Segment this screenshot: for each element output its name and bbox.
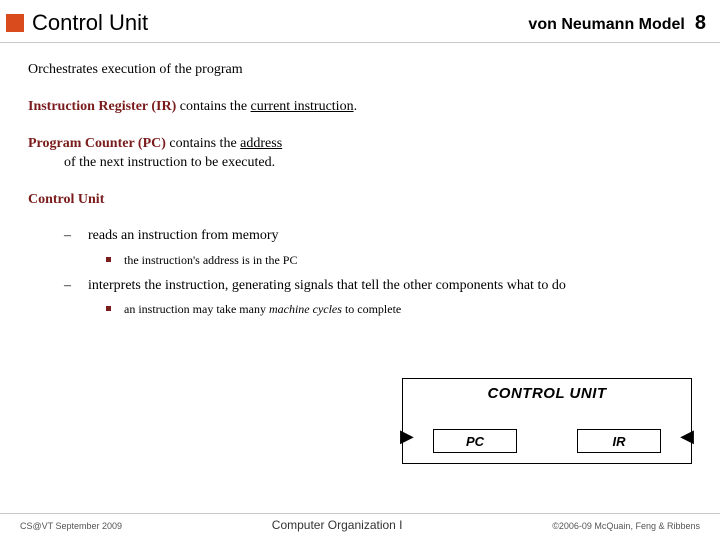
slide-footer: CS@VT September 2009 Computer Organizati…	[0, 518, 720, 532]
list-item: interprets the instruction, generating s…	[64, 277, 696, 296]
ir-paragraph: Instruction Register (IR) contains the c…	[28, 98, 696, 117]
pc-box: PC	[433, 429, 517, 453]
ir-underlined: current instruction	[251, 99, 354, 114]
list-item: reads an instruction from memory	[64, 227, 696, 246]
slide: Control Unit von Neumann Model 8 Orchest…	[0, 0, 720, 540]
slide-title: Control Unit	[32, 10, 148, 36]
ir-label: Instruction Register (IR)	[28, 99, 176, 114]
accent-square-icon	[6, 14, 24, 32]
pc-tail: of the next instruction to be executed.	[64, 154, 696, 173]
footer-left: CS@VT September 2009	[20, 521, 122, 531]
ir-box: IR	[577, 429, 661, 453]
subject-label: von Neumann Model	[528, 16, 684, 34]
footer-right: ©2006-09 McQuain, Feng & Ribbens	[552, 521, 700, 531]
list-item: the instruction's address is in the PC	[64, 252, 696, 268]
ir-period: .	[354, 99, 358, 114]
diagram-outer-box: CONTROL UNIT ▶ ◀ PC IR	[402, 378, 692, 464]
slide-header: Control Unit von Neumann Model 8	[0, 0, 720, 42]
b2a-pre: an instruction may take many	[124, 302, 269, 316]
b2a-post: to complete	[342, 302, 401, 316]
b2a-italic: machine cycles	[269, 302, 342, 316]
pc-rest: contains the	[166, 136, 240, 151]
pc-underlined: address	[240, 136, 282, 151]
control-unit-diagram: CONTROL UNIT ▶ ◀ PC IR	[402, 378, 692, 464]
page-number: 8	[695, 12, 706, 35]
bullet-list: reads an instruction from memory the ins…	[64, 227, 696, 317]
lead-text: Orchestrates execution of the program	[28, 61, 696, 80]
footer-center: Computer Organization I	[272, 518, 403, 532]
slide-content: Orchestrates execution of the program In…	[0, 43, 720, 318]
footer-divider	[0, 513, 720, 514]
header-right: von Neumann Model 8	[528, 12, 706, 35]
diagram-sub-boxes: PC IR	[403, 429, 691, 453]
ir-rest: contains the	[176, 99, 250, 114]
control-unit-label: Control Unit	[28, 191, 696, 210]
list-item: an instruction may take many machine cyc…	[64, 301, 696, 317]
diagram-title: CONTROL UNIT	[403, 385, 691, 402]
pc-label: Program Counter (PC)	[28, 136, 166, 151]
pc-paragraph: Program Counter (PC) contains the addres…	[28, 135, 696, 173]
header-left: Control Unit	[6, 10, 148, 36]
